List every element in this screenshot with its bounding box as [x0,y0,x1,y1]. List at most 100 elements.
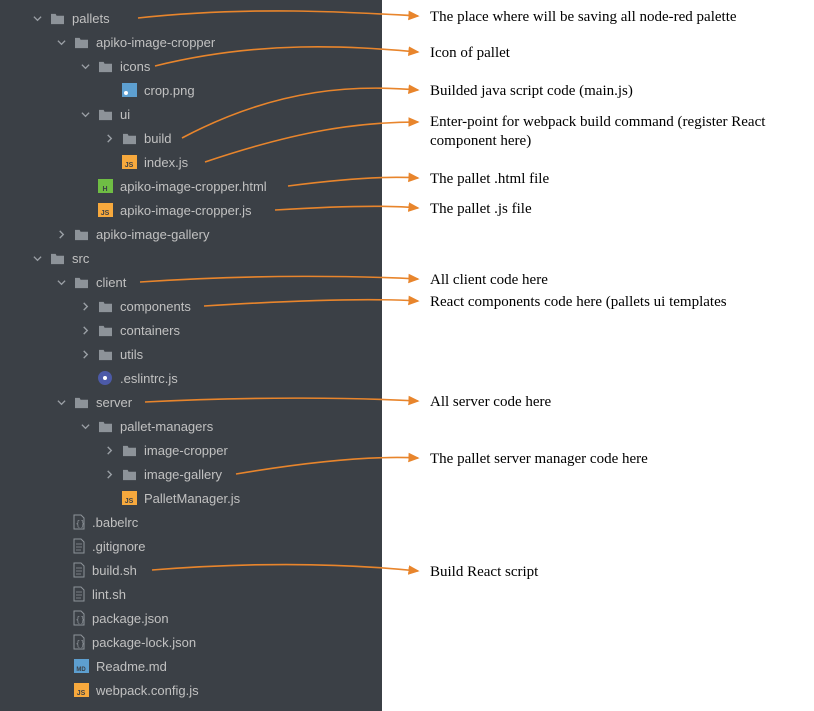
tree-row-gitignore[interactable]: .gitignore [0,534,382,558]
label: package.json [92,611,169,626]
tree-row-image-cropper-folder[interactable]: image-cropper [0,438,382,462]
chevron-down-icon [78,62,92,71]
text-file-icon [72,562,86,578]
tree-row-apiko-cropper[interactable]: apiko-image-cropper [0,30,382,54]
chevron-down-icon [78,110,92,119]
eslint-config-icon [96,369,114,387]
label: image-gallery [144,467,222,482]
label: utils [120,347,143,362]
label: pallet-managers [120,419,213,434]
tree-row-src[interactable]: src [0,246,382,270]
label: apiko-image-cropper [96,35,215,50]
tree-row-utils[interactable]: utils [0,342,382,366]
folder-icon [72,273,90,291]
folder-icon [96,345,114,363]
label: .eslintrc.js [120,371,178,386]
label: build.sh [92,563,137,578]
tree-row-cropper-js[interactable]: JS apiko-image-cropper.js [0,198,382,222]
text-file-icon [72,586,86,602]
tree-row-webpack[interactable]: JS webpack.config.js [0,678,382,702]
label: PalletManager.js [144,491,240,506]
tree-row-containers[interactable]: containers [0,318,382,342]
tree-row-build-sh[interactable]: build.sh [0,558,382,582]
chevron-right-icon [102,470,116,479]
js-file-icon: JS [120,153,138,171]
folder-icon [120,441,138,459]
folder-icon [120,465,138,483]
label: build [144,131,171,146]
file-tree-sidebar: pallets apiko-image-cropper icons crop.p… [0,0,382,711]
folder-icon [96,297,114,315]
annotations-panel: The place where will be saving all node-… [382,0,814,711]
label: apiko-image-cropper.html [120,179,267,194]
label: pallets [72,11,110,26]
annotation-text: All client code here [430,271,548,290]
tree-row-server[interactable]: server [0,390,382,414]
label: .gitignore [92,539,145,554]
annotation-text: The place where will be saving all node-… [430,8,737,27]
json-file-icon: {} [72,514,86,530]
label: lint.sh [92,587,126,602]
tree-row-package-lock[interactable]: {} package-lock.json [0,630,382,654]
folder-icon [48,9,66,27]
tree-row-client[interactable]: client [0,270,382,294]
chevron-down-icon [30,14,44,23]
annotation-text: The pallet server manager code here [430,450,648,469]
tree-row-pallets[interactable]: pallets [0,6,382,30]
tree-row-cropper-html[interactable]: H apiko-image-cropper.html [0,174,382,198]
tree-row-palletmanager-js[interactable]: JS PalletManager.js [0,486,382,510]
js-file-icon: JS [120,489,138,507]
label: components [120,299,191,314]
chevron-right-icon [102,134,116,143]
tree-row-build[interactable]: build [0,126,382,150]
tree-row-pallet-managers[interactable]: pallet-managers [0,414,382,438]
tree-row-icons[interactable]: icons [0,54,382,78]
folder-icon [72,33,90,51]
folder-icon [72,225,90,243]
tree-row-babelrc[interactable]: {} .babelrc [0,510,382,534]
label: apiko-image-cropper.js [120,203,252,218]
label: webpack.config.js [96,683,199,698]
tree-row-ui[interactable]: ui [0,102,382,126]
svg-text:{}: {} [76,519,86,528]
folder-icon [72,393,90,411]
chevron-down-icon [78,422,92,431]
chevron-right-icon [78,326,92,335]
folder-icon [96,417,114,435]
label: image-cropper [144,443,228,458]
html-file-icon: H [96,177,114,195]
tree-row-package-json[interactable]: {} package.json [0,606,382,630]
markdown-file-icon: MD [72,657,90,675]
chevron-right-icon [78,302,92,311]
tree-row-apiko-gallery[interactable]: apiko-image-gallery [0,222,382,246]
label: crop.png [144,83,195,98]
label: server [96,395,132,410]
chevron-right-icon [78,350,92,359]
folder-icon [96,57,114,75]
label: src [72,251,89,266]
tree-row-lint-sh[interactable]: lint.sh [0,582,382,606]
label: containers [120,323,180,338]
json-file-icon: {} [72,634,86,650]
text-file-icon [72,538,86,554]
tree-row-index-js[interactable]: JS index.js [0,150,382,174]
annotation-text: Icon of pallet [430,44,510,63]
chevron-down-icon [54,38,68,47]
tree-row-image-gallery-folder[interactable]: image-gallery [0,462,382,486]
label: .babelrc [92,515,138,530]
js-file-icon: JS [96,201,114,219]
annotation-text: The pallet .js file [430,200,532,219]
tree-row-eslintrc[interactable]: .eslintrc.js [0,366,382,390]
annotation-text: Build React script [430,563,538,582]
tree-row-readme[interactable]: MD Readme.md [0,654,382,678]
label: ui [120,107,130,122]
tree-row-components[interactable]: components [0,294,382,318]
image-file-icon [120,81,138,99]
annotation-text: React components code here (pallets ui t… [430,293,800,312]
annotation-text: The pallet .html file [430,170,549,189]
folder-icon [96,105,114,123]
chevron-down-icon [30,254,44,263]
tree-row-crop-png[interactable]: crop.png [0,78,382,102]
label: icons [120,59,150,74]
js-file-icon: JS [72,681,90,699]
